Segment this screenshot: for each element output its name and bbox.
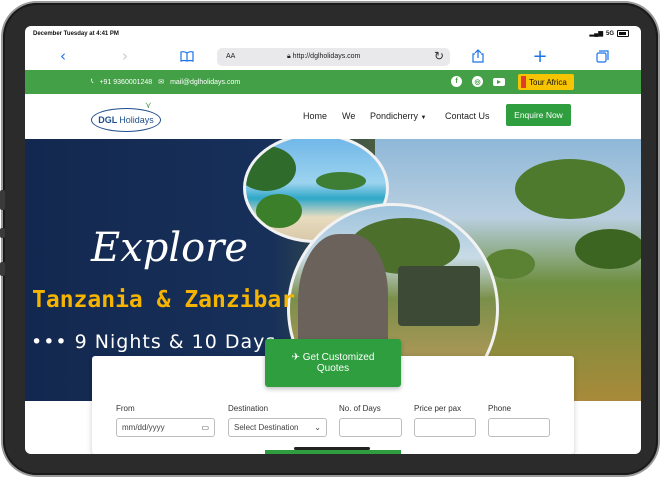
destination-select[interactable]: Select Destination ⌄ bbox=[228, 418, 327, 437]
forward-icon[interactable]: › bbox=[115, 46, 135, 66]
bookmarks-icon[interactable] bbox=[177, 46, 197, 66]
youtube-icon[interactable] bbox=[493, 77, 505, 86]
get-quotes-button[interactable]: ✈ Get Customized Quotes bbox=[265, 339, 401, 387]
submit-button-edge[interactable] bbox=[265, 450, 401, 454]
contact-info: 📞︎ +91 9360001248 ✉ mail@dglholidays.com bbox=[91, 78, 240, 86]
logo-text: Holidays bbox=[119, 115, 154, 125]
address-bar[interactable]: AA 🔒︎ http://dglholidays.com ↻ bbox=[217, 48, 450, 66]
quote-line1: ✈ Get Customized bbox=[291, 352, 375, 363]
social-links: f ◎ bbox=[451, 76, 505, 87]
nav-home[interactable]: Home bbox=[303, 111, 327, 121]
share-icon[interactable] bbox=[468, 46, 488, 66]
chevron-down-icon: ⌄ bbox=[314, 423, 321, 432]
reload-icon[interactable]: ↻ bbox=[434, 49, 444, 63]
hero-headline: Explore bbox=[91, 225, 249, 271]
phone-label: Phone bbox=[488, 404, 512, 413]
mail-icon: ✉ bbox=[158, 79, 165, 86]
phone-icon: 📞︎ bbox=[91, 78, 94, 85]
network-label: 5G bbox=[605, 30, 614, 37]
side-button bbox=[0, 228, 5, 238]
safari-jeep bbox=[398, 266, 480, 326]
flag-icon bbox=[521, 76, 526, 88]
run-icon: ✈ bbox=[291, 352, 300, 363]
home-indicator bbox=[294, 447, 370, 450]
calendar-icon: ▭ bbox=[201, 423, 209, 432]
email-address[interactable]: mail@dglholidays.com bbox=[170, 79, 240, 86]
destination-value: Select Destination bbox=[234, 423, 299, 432]
days-label: No. of Days bbox=[339, 404, 381, 413]
battery-icon bbox=[617, 30, 629, 37]
price-label: Price per pax bbox=[414, 404, 462, 413]
contact-topbar: 📞︎ +91 9360001248 ✉ mail@dglholidays.com… bbox=[25, 70, 641, 94]
enquire-now-button[interactable]: Enquire Now bbox=[506, 104, 571, 126]
status-time: December Tuesday at 4:41 PM bbox=[33, 31, 119, 37]
status-bar: December Tuesday at 4:41 PM ▂▄▆ 5G bbox=[25, 26, 641, 42]
signal-icon: ▂▄▆ bbox=[589, 31, 603, 37]
back-icon[interactable]: ‹ bbox=[53, 46, 73, 66]
quote-line2: Quotes bbox=[316, 363, 350, 374]
tour-africa-label: Tour Africa bbox=[529, 77, 567, 87]
status-indicators: ▂▄▆ 5G bbox=[589, 30, 629, 37]
url-text: 🔒︎ http://dglholidays.com bbox=[287, 53, 361, 60]
destination-label: Destination bbox=[228, 404, 269, 413]
from-date-input[interactable]: mm/dd/yyyy ▭ bbox=[116, 418, 215, 437]
new-tab-icon[interactable]: + bbox=[530, 46, 550, 67]
price-input[interactable] bbox=[414, 418, 476, 437]
nav-pondicherry[interactable]: Pondicherry ▼ bbox=[370, 111, 427, 121]
facebook-icon[interactable]: f bbox=[451, 76, 462, 87]
nav-we[interactable]: We bbox=[342, 111, 355, 121]
hero-duration: ••• 9 Nights & 10 Days bbox=[31, 331, 277, 353]
side-button bbox=[0, 262, 5, 276]
browser-toolbar: ‹ › AA 🔒︎ http://dglholidays.com ↻ + bbox=[25, 42, 641, 70]
hero-destination: Tanzania & Zanzibar bbox=[32, 287, 296, 313]
from-label: From bbox=[116, 404, 135, 413]
site-logo[interactable]: DGL Holidays bbox=[91, 108, 161, 132]
days-input[interactable] bbox=[339, 418, 402, 437]
side-button bbox=[0, 190, 5, 210]
tour-africa-button[interactable]: Tour Africa bbox=[518, 74, 574, 90]
instagram-icon[interactable]: ◎ bbox=[472, 76, 483, 87]
site-navbar: DGL Holidays ⋎ Home We Pondicherry ▼ Con… bbox=[25, 94, 641, 140]
bird-icon: ⋎ bbox=[145, 101, 152, 111]
from-date-value: mm/dd/yyyy bbox=[122, 423, 165, 432]
text-size-button[interactable]: AA bbox=[226, 53, 235, 60]
logo-bold: DGL bbox=[98, 115, 118, 125]
screen: December Tuesday at 4:41 PM ▂▄▆ 5G ‹ › A… bbox=[25, 26, 641, 454]
phone-number[interactable]: +91 9360001248 bbox=[99, 79, 152, 86]
tabs-icon[interactable] bbox=[592, 46, 612, 66]
phone-input[interactable] bbox=[488, 418, 550, 437]
caret-down-icon: ▼ bbox=[420, 115, 427, 121]
nav-contact-us[interactable]: Contact Us bbox=[445, 111, 490, 121]
